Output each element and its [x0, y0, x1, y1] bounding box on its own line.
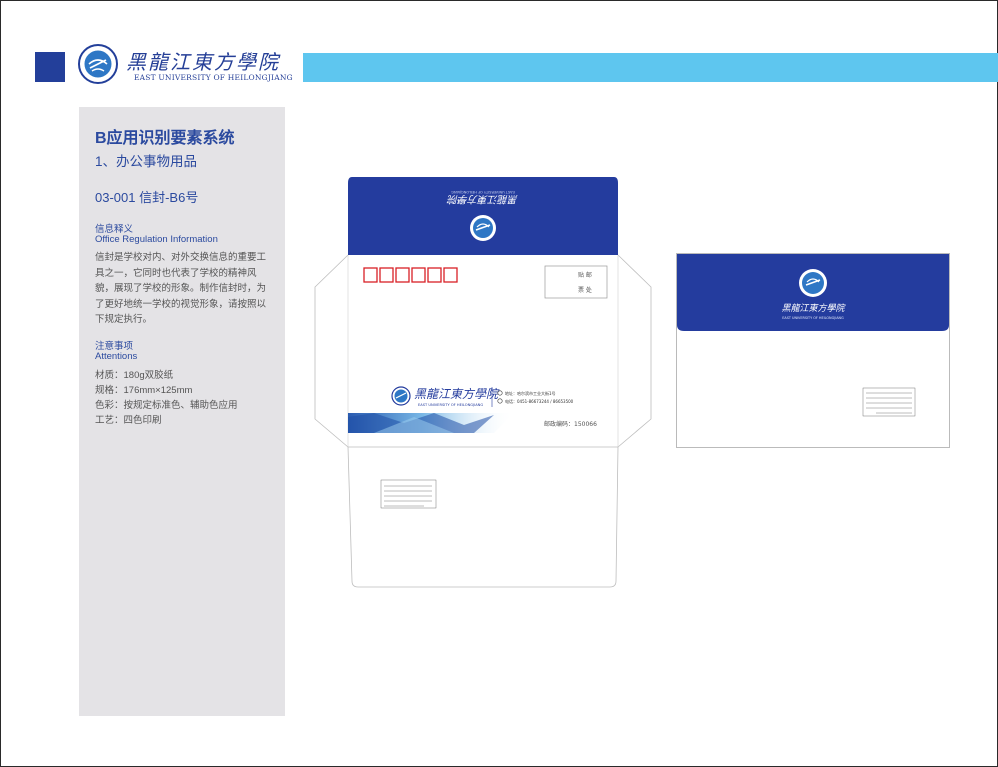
phone-line: 电话：0451-86673244 / 86653500 [505, 398, 574, 404]
attention-heading-cn: 注意事项 [95, 341, 134, 352]
stamp-box [544, 265, 608, 299]
description-panel: B应用识别要素系统 1、办公事物用品 03-001 信封-B6号 信息释义 Of… [79, 107, 285, 716]
spec-size: 规格：176mm×125mm [95, 385, 193, 396]
stamp-label-1: 贴 邮 [578, 271, 592, 279]
info-heading-en: Office Regulation Information [95, 234, 218, 245]
back-logo-name: 黑龍江東方學院 [781, 303, 846, 314]
info-body: 信封是学校对内、对外交换信息的重要工具之一，它同时也代表了学校的精神风貌，展现了… [95, 252, 267, 325]
back-seal-icon [799, 269, 827, 297]
return-address-block [380, 479, 437, 509]
university-seal-icon [78, 44, 118, 84]
phone-icon [497, 398, 503, 404]
header-band [303, 53, 998, 82]
spec-list: 材质：180g双胶纸 规格：176mm×125mm 色彩：按规定标准色、辅助色应… [95, 368, 238, 428]
spec-color: 色彩：按规定标准色、辅助色应用 [95, 400, 238, 411]
front-seal-icon [391, 386, 411, 406]
stamp-label-2: 票 处 [578, 286, 592, 294]
item-code: 03-001 信封-B6号 [95, 190, 199, 205]
spec-material: 材质：180g双胶纸 [95, 370, 174, 381]
front-logo-en: EAST UNIVERSITY OF HEILONGJIANG [418, 403, 483, 407]
location-icon [497, 390, 503, 396]
brand-color-square [35, 52, 65, 82]
envelope-back: 黑龍江東方學院 EAST UNIVERSITY OF HEILONGJIANG [676, 253, 950, 448]
decorative-wave [348, 413, 514, 433]
front-logo-name: 黑龍江東方學院 [414, 387, 500, 401]
section-subtitle: 1、办公事物用品 [95, 154, 198, 169]
postcode-boxes [363, 267, 458, 283]
flap-logo-name: 黑龍江東方學院 [446, 193, 518, 205]
back-logo-en: EAST UNIVERSITY OF HEILONGJIANG [782, 316, 844, 320]
spec-process: 工艺：四色印刷 [95, 415, 162, 426]
info-heading-cn: 信息释义 [95, 224, 134, 235]
address-line: 地址：哈尔滨市工业大街1号 [505, 390, 556, 396]
logo-chinese-name: 黑龍江東方學院 [126, 50, 280, 74]
postcode-text: 邮政编码：150066 [544, 420, 597, 428]
envelope-front-dieline: EAST UNIVERSITY OF HEILONGJIANG 黑龍江東方學院 … [314, 177, 652, 588]
section-title: B应用识别要素系统 [95, 130, 235, 147]
flap-seal-icon [470, 215, 496, 241]
attention-heading-en: Attentions [95, 351, 138, 362]
logo-english-name: EAST UNIVERSITY OF HEILONGJIANG [134, 73, 293, 82]
university-logo: 黑龍江東方學院 EAST UNIVERSITY OF HEILONGJIANG [78, 44, 293, 88]
